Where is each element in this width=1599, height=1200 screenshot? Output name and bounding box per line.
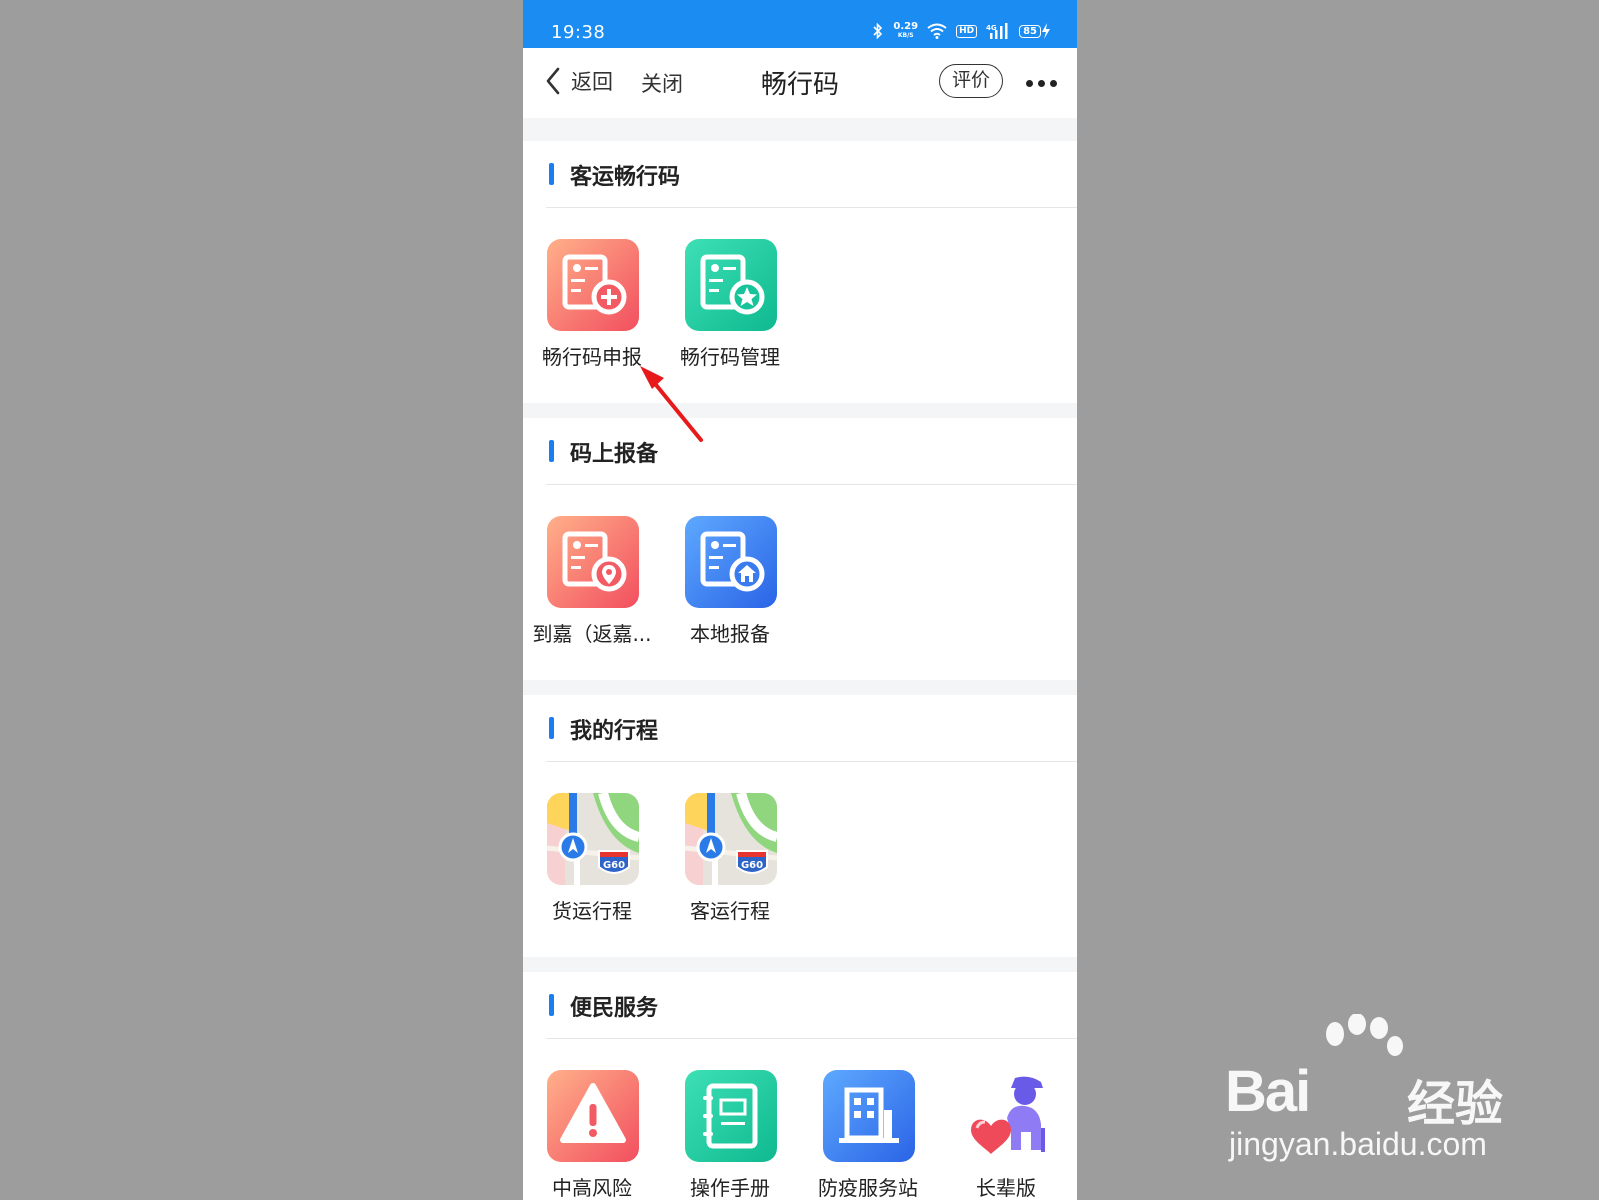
phone-screen: 19:38 0.29 KB/S HD 4G 85 返回 关闭 畅行码 评价 客运…: [523, 0, 1077, 1200]
section-title: 客运畅行码: [570, 165, 681, 190]
more-dot-icon: [1050, 80, 1057, 87]
more-dot-icon: [1026, 80, 1033, 87]
section-code-report: 码上报备 到嘉（返嘉... 本地报备: [523, 418, 1077, 680]
net-speed: 0.29 KB/S: [893, 21, 919, 40]
section-my-trips: 我的行程 G60 货运行程 G60 客运行程: [523, 695, 1077, 957]
manual-book-icon: [685, 1070, 777, 1162]
id-card-plus-icon: [547, 239, 639, 331]
divider: [546, 1038, 1077, 1039]
watermark-brand: Bai: [1225, 1059, 1311, 1124]
section-accent-bar: [549, 717, 554, 739]
app-label: 客运行程: [690, 899, 770, 923]
rate-button[interactable]: 评价: [939, 64, 1003, 98]
signal-icon: 4G: [986, 23, 1008, 39]
baidu-watermark: Bai 经验 jingyan.baidu.com: [1225, 1014, 1525, 1170]
app-label: 防疫服务站: [818, 1176, 918, 1200]
app-label: 货运行程: [552, 899, 632, 923]
app-label: 到嘉（返嘉...: [532, 622, 652, 646]
warning-icon: [547, 1070, 639, 1162]
divider: [546, 484, 1077, 485]
id-card-star-icon: [685, 239, 777, 331]
section-passenger-code: 客运畅行码 畅行码申报 畅行码管理: [523, 141, 1077, 403]
section-public-services: 便民服务 中高风险 操作手册 防疫服务站 长辈版: [523, 972, 1077, 1200]
section-title: 我的行程: [570, 719, 659, 744]
app-label: 本地报备: [690, 622, 770, 646]
paw-logo-icon: [1326, 1014, 1403, 1056]
map-route-icon: G60: [547, 793, 639, 885]
section-accent-bar: [549, 163, 554, 185]
status-icons: 0.29 KB/S HD 4G 85: [872, 22, 1051, 40]
building-icon: [823, 1070, 915, 1162]
id-card-home-icon: [685, 516, 777, 608]
battery-level: 85: [1019, 24, 1041, 38]
section-header: 客运畅行码: [523, 141, 1077, 207]
watermark-url: jingyan.baidu.com: [1229, 1126, 1487, 1162]
divider: [546, 761, 1077, 762]
watermark-brand-cn: 经验: [1407, 1076, 1504, 1132]
battery-indicator: 85: [1019, 23, 1051, 39]
wifi-icon: [927, 23, 947, 39]
bluetooth-icon: [873, 23, 883, 39]
app-label: 畅行码申报: [542, 345, 642, 369]
divider: [546, 207, 1077, 208]
section-title: 码上报备: [570, 442, 659, 467]
id-card-location-icon: [547, 516, 639, 608]
section-header: 我的行程: [523, 695, 1077, 761]
svg-text:G60: G60: [741, 860, 763, 871]
section-accent-bar: [549, 440, 554, 462]
more-dot-icon: [1038, 80, 1045, 87]
map-route-icon: G60: [685, 793, 777, 885]
charging-icon: [1042, 23, 1050, 39]
app-label: 操作手册: [690, 1176, 770, 1200]
more-options-button[interactable]: [1026, 80, 1057, 87]
app-label: 中高风险: [552, 1176, 632, 1200]
status-bar: 19:38 0.29 KB/S HD 4G 85: [523, 0, 1077, 48]
elder-heart-icon: [961, 1070, 1053, 1162]
hd-badge: HD: [956, 24, 978, 38]
nav-bar: 返回 关闭 畅行码 评价: [523, 48, 1077, 118]
section-title: 便民服务: [570, 996, 659, 1021]
section-accent-bar: [549, 994, 554, 1016]
section-header: 码上报备: [523, 418, 1077, 484]
section-header: 便民服务: [523, 972, 1077, 1038]
svg-text:G60: G60: [603, 860, 625, 871]
status-time: 19:38: [551, 22, 606, 43]
app-label: 畅行码管理: [680, 345, 780, 369]
app-label: 长辈版: [976, 1176, 1036, 1200]
